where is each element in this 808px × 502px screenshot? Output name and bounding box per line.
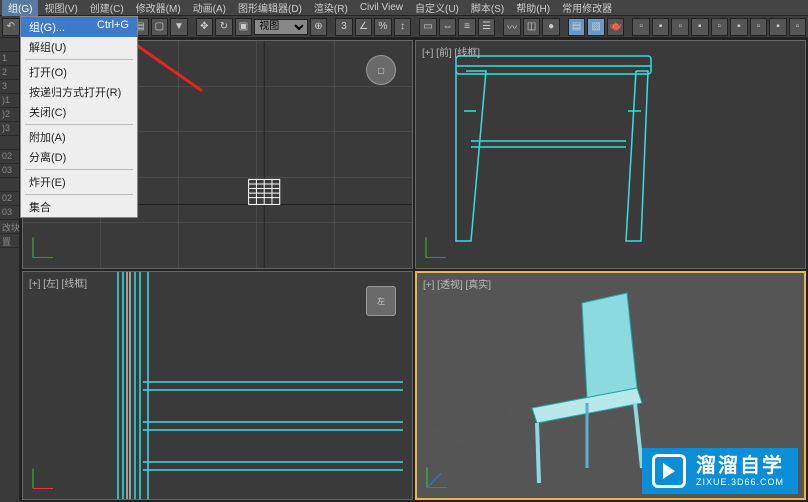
- tool-e-button[interactable]: ▫: [711, 18, 729, 36]
- menu-view[interactable]: 视图(V): [38, 0, 83, 16]
- viewport-label[interactable]: [+] [前] [线框]: [422, 44, 480, 59]
- percent-snap-button[interactable]: %: [374, 18, 392, 36]
- axis-gizmo-icon: [31, 463, 59, 491]
- sidebar-item[interactable]: 02: [0, 150, 19, 164]
- axis-gizmo-icon: [424, 232, 452, 260]
- filter-button[interactable]: ▼: [170, 18, 188, 36]
- sidebar-item[interactable]: 3: [0, 80, 19, 94]
- viewports: [+] [顶] [线框]: [20, 38, 808, 502]
- viewport-front[interactable]: [+] [前] [线框]: [415, 40, 806, 269]
- sidebar-item[interactable]: 03: [0, 206, 19, 220]
- sidebar-item[interactable]: )3: [0, 122, 19, 136]
- watermark-url: ZIXUE.3D66.COM: [696, 478, 784, 487]
- menu-separator: [25, 124, 133, 125]
- sidebar-item[interactable]: )1: [0, 94, 19, 108]
- viewport-label[interactable]: [+] [透视] [真实]: [423, 276, 491, 291]
- tool-d-button[interactable]: ▪: [691, 18, 709, 36]
- material-button[interactable]: ●: [542, 18, 560, 36]
- undo-button[interactable]: ↶: [2, 18, 20, 36]
- sidebar-item[interactable]: 1: [0, 52, 19, 66]
- watermark-title: 溜溜自学: [696, 456, 784, 476]
- tool-h-button[interactable]: ▪: [769, 18, 787, 36]
- tool-f-button[interactable]: ▪: [730, 18, 748, 36]
- menu-item-attach[interactable]: 附加(A): [21, 127, 137, 147]
- spinner-snap-button[interactable]: ↕: [394, 18, 412, 36]
- render-frame-button[interactable]: ▧: [587, 18, 605, 36]
- tool-b-button[interactable]: ▪: [652, 18, 670, 36]
- menu-item-group[interactable]: 组(G)... Ctrl+G: [21, 17, 137, 37]
- watermark: 溜溜自学 ZIXUE.3D66.COM: [642, 448, 798, 494]
- render-button[interactable]: 🫖: [607, 18, 625, 36]
- mirror-button[interactable]: ⇔: [439, 18, 457, 36]
- axis-gizmo-icon: [425, 462, 453, 490]
- curve-editor-button[interactable]: 〰: [503, 18, 521, 36]
- menu-separator: [25, 194, 133, 195]
- rotate-button[interactable]: ↻: [215, 18, 233, 36]
- sidebar: 1 2 3 )1 )2 )3 02 03 02 03 改块 置: [0, 38, 20, 502]
- menu-common[interactable]: 常用修改器: [556, 0, 618, 16]
- menu-modifier[interactable]: 修改器(M): [130, 0, 187, 16]
- group-dropdown: 组(G)... Ctrl+G 解组(U) 打开(O) 按递归方式打开(R) 关闭…: [20, 16, 138, 218]
- menu-separator: [25, 59, 133, 60]
- angle-snap-button[interactable]: ∠: [355, 18, 373, 36]
- menu-item-explode[interactable]: 炸开(E): [21, 172, 137, 192]
- sidebar-item[interactable]: [0, 178, 19, 192]
- menu-item-detach[interactable]: 分离(D): [21, 147, 137, 167]
- menu-anim[interactable]: 动画(A): [187, 0, 232, 16]
- view-selector[interactable]: 视图: [254, 19, 307, 35]
- menu-graph[interactable]: 图形编辑器(D): [232, 0, 308, 16]
- menu-group[interactable]: 组(G): [2, 0, 38, 16]
- viewcube-icon[interactable]: ▢: [366, 55, 396, 85]
- play-icon: [652, 454, 686, 488]
- menu-civil[interactable]: Civil View: [354, 1, 409, 14]
- menu-item-open-recursive[interactable]: 按递归方式打开(R): [21, 82, 137, 102]
- tool-i-button[interactable]: ▫: [789, 18, 807, 36]
- viewport-left[interactable]: [+] [左] [线框] 左: [22, 271, 413, 500]
- sidebar-item[interactable]: [0, 136, 19, 150]
- menu-create[interactable]: 创建(C): [84, 0, 130, 16]
- sidebar-item[interactable]: 02: [0, 192, 19, 206]
- select-region-button[interactable]: ▢: [151, 18, 169, 36]
- menubar: 组(G) 视图(V) 创建(C) 修改器(M) 动画(A) 图形编辑器(D) 渲…: [0, 0, 808, 16]
- viewcube-icon[interactable]: 左: [366, 286, 396, 316]
- sidebar-item[interactable]: )2: [0, 108, 19, 122]
- named-sel-button[interactable]: ▭: [419, 18, 437, 36]
- schematic-button[interactable]: ◫: [523, 18, 541, 36]
- tool-a-button[interactable]: ▫: [632, 18, 650, 36]
- menu-item-open[interactable]: 打开(O): [21, 62, 137, 82]
- sidebar-item[interactable]: 改块: [0, 220, 19, 234]
- tool-g-button[interactable]: ▫: [750, 18, 768, 36]
- axis-gizmo-icon: [31, 232, 59, 260]
- align-button[interactable]: ≡: [458, 18, 476, 36]
- move-button[interactable]: ✥: [196, 18, 214, 36]
- snap-button[interactable]: 3: [335, 18, 353, 36]
- tool-c-button[interactable]: ▫: [671, 18, 689, 36]
- menu-item-assembly[interactable]: 集合: [21, 197, 137, 217]
- sidebar-item[interactable]: 03: [0, 164, 19, 178]
- coord-button[interactable]: ⊕: [310, 18, 328, 36]
- render-setup-button[interactable]: ▤: [568, 18, 586, 36]
- sidebar-item[interactable]: [0, 38, 19, 52]
- menu-item-label: 组(G)...: [29, 19, 65, 35]
- scale-button[interactable]: ▣: [235, 18, 253, 36]
- sidebar-item[interactable]: 置: [0, 234, 19, 248]
- layer-button[interactable]: ☰: [478, 18, 496, 36]
- viewport-label[interactable]: [+] [左] [线框]: [29, 275, 87, 290]
- menu-script[interactable]: 脚本(S): [465, 0, 510, 16]
- menu-help[interactable]: 帮助(H): [510, 0, 556, 16]
- menu-item-close[interactable]: 关闭(C): [21, 102, 137, 122]
- menu-custom[interactable]: 自定义(U): [409, 0, 465, 16]
- menu-render[interactable]: 渲染(R): [308, 0, 354, 16]
- menu-item-shortcut: Ctrl+G: [97, 19, 129, 35]
- menu-item-ungroup[interactable]: 解组(U): [21, 37, 137, 57]
- sidebar-item[interactable]: 2: [0, 66, 19, 80]
- menu-separator: [25, 169, 133, 170]
